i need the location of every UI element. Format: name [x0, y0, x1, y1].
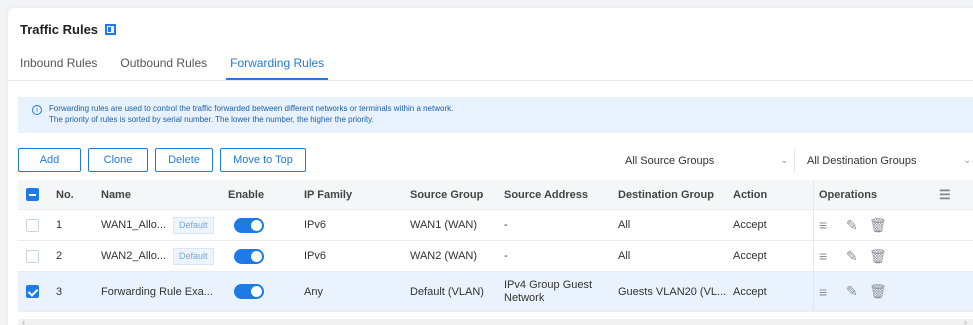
bookmark-icon[interactable]: [105, 24, 117, 35]
trash-icon[interactable]: 🗑: [869, 283, 887, 300]
trash-icon[interactable]: 🗑: [869, 217, 887, 234]
table-row: 3 Forwarding Rule Exa... Any Default (VL…: [18, 272, 973, 312]
enable-toggle[interactable]: [234, 217, 264, 233]
edit-icon[interactable]: ✎: [846, 217, 858, 234]
row-name: WAN2_Allo...: [101, 250, 167, 262]
row-ip-family: IPv6: [304, 219, 327, 231]
traffic-rules-panel: Traffic Rules Inbound Rules Outbound Rul…: [8, 8, 973, 325]
row-checkbox[interactable]: [26, 285, 39, 298]
select-all-checkbox[interactable]: [26, 188, 39, 201]
row-destination-group: All: [618, 250, 631, 262]
horizontal-scrollbar[interactable]: ‹ ›: [18, 317, 973, 325]
chevron-down-icon: ⌄: [963, 155, 971, 165]
col-action: Action: [733, 188, 768, 201]
info-line-2: The priority of rules is sorted by seria…: [49, 115, 374, 124]
row-no: 2: [56, 250, 63, 262]
info-line-1: Forwarding rules are used to control the…: [49, 104, 454, 113]
operations-divider: [813, 180, 814, 209]
row-source-address: -: [504, 219, 508, 231]
tabs-divider: [8, 80, 973, 81]
chevron-down-icon: ⌄: [780, 155, 788, 165]
row-ip-family: Any: [304, 285, 323, 298]
destination-group-select[interactable]: All Destination Groups ⌄: [799, 149, 973, 173]
col-name: Name: [101, 188, 131, 201]
row-action: Accept: [733, 219, 767, 231]
row-destination-group: All: [618, 219, 631, 231]
enable-toggle[interactable]: [234, 248, 264, 264]
info-text: Forwarding rules are used to control the…: [49, 103, 453, 133]
source-group-select-value: All Source Groups: [625, 155, 715, 167]
row-checkbox[interactable]: [26, 218, 39, 232]
row-source-address: IPv4 Group Guest Network: [504, 278, 593, 304]
operations-divider: [813, 210, 814, 240]
col-destination-group: Destination Group: [618, 188, 714, 201]
col-ip-family: IP Family: [304, 188, 353, 201]
col-operations: Operations: [819, 188, 878, 201]
col-no: No.: [56, 188, 74, 201]
default-badge: Default: [173, 216, 214, 234]
row-no: 3: [56, 285, 63, 298]
clone-button[interactable]: Clone: [88, 148, 148, 172]
col-source-group: Source Group: [410, 188, 484, 201]
info-icon: i: [32, 105, 42, 115]
edit-icon[interactable]: ✎: [846, 248, 858, 265]
col-enable: Enable: [228, 188, 265, 201]
row-ip-family: IPv6: [304, 250, 327, 262]
toolbar: Add Clone Delete Move to Top: [18, 148, 306, 172]
info-banner: i Forwarding rules are used to control t…: [18, 97, 973, 133]
row-source-group: Default (VLAN): [410, 285, 484, 298]
tab-inbound-rules[interactable]: Inbound Rules: [20, 56, 97, 80]
page-title: Traffic Rules: [20, 22, 99, 37]
operations-divider: [813, 241, 814, 271]
enable-toggle[interactable]: [234, 284, 264, 299]
rules-table: No. Name Enable IP Family Source Group S…: [18, 180, 973, 312]
row-name: WAN1_Allo...: [101, 219, 167, 231]
operations-divider: [813, 272, 814, 311]
edit-icon[interactable]: ✎: [846, 283, 858, 300]
table-header: No. Name Enable IP Family Source Group S…: [18, 180, 973, 210]
col-source-address: Source Address: [504, 188, 588, 201]
menu-icon[interactable]: ☰: [939, 187, 951, 203]
row-source-group: WAN2 (WAN): [410, 250, 478, 262]
tab-forwarding-rules[interactable]: Forwarding Rules: [226, 56, 329, 80]
rule-tabs: Inbound Rules Outbound Rules Forwarding …: [20, 56, 351, 80]
delete-button[interactable]: Delete: [155, 148, 213, 172]
default-badge: Default: [173, 247, 214, 265]
adjust-icon[interactable]: ≡: [819, 248, 827, 264]
tab-outbound-rules[interactable]: Outbound Rules: [120, 56, 207, 80]
row-action: Accept: [733, 285, 767, 298]
move-to-top-button[interactable]: Move to Top: [220, 148, 306, 172]
page-header: Traffic Rules: [20, 22, 117, 37]
row-action: Accept: [733, 250, 767, 262]
add-button[interactable]: Add: [18, 148, 81, 172]
scroll-left-icon[interactable]: ‹: [22, 317, 25, 325]
adjust-icon[interactable]: ≡: [819, 217, 827, 233]
row-name: Forwarding Rule Exa...: [101, 285, 213, 298]
row-source-address: -: [504, 250, 508, 262]
destination-group-select-value: All Destination Groups: [807, 155, 917, 167]
source-group-select[interactable]: All Source Groups ⌄: [617, 149, 795, 173]
row-destination-group: Guests VLAN20 (VL...: [618, 285, 727, 298]
adjust-icon[interactable]: ≡: [819, 284, 827, 300]
row-source-group: WAN1 (WAN): [410, 219, 478, 231]
row-no: 1: [56, 219, 63, 231]
table-row: 2 WAN2_Allo... Default IPv6 WAN2 (WAN) -…: [18, 241, 973, 272]
trash-icon[interactable]: 🗑: [869, 248, 887, 265]
row-checkbox[interactable]: [26, 249, 39, 263]
table-row: 1 WAN1_Allo... Default IPv6 WAN1 (WAN) -…: [18, 210, 973, 241]
scroll-right-icon[interactable]: ›: [964, 317, 967, 325]
